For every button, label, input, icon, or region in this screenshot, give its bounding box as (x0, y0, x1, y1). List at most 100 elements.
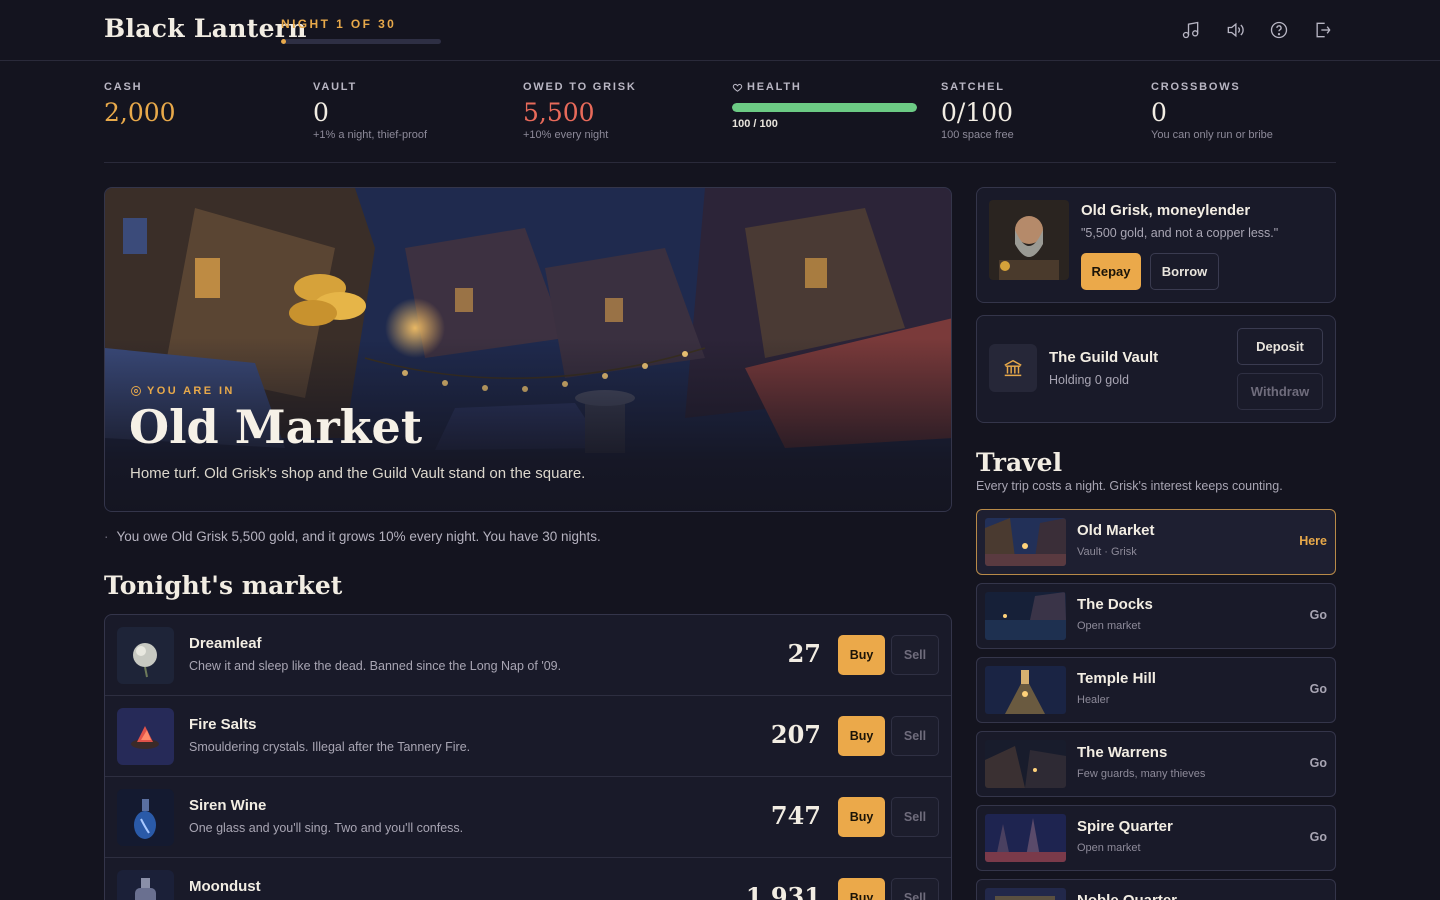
stat-satchel-sub: 100 space free (941, 129, 1014, 141)
lender-quote: "5,500 gold, and not a copper less." (1081, 226, 1279, 240)
stat-crossbows-label: CROSSBOWS (1151, 81, 1241, 93)
stat-satchel: SATCHEL 0/100 100 space free (941, 81, 1014, 141)
location-description: Home turf. Old Grisk's shop and the Guil… (130, 465, 586, 482)
stat-satchel-label: SATCHEL (941, 81, 1005, 93)
travel-subtitle: Every trip costs a night. Grisk's intere… (976, 479, 1283, 493)
travel-noble-quarter[interactable]: Noble Quarter Go (976, 879, 1336, 900)
stat-owed-label: OWED TO GRISK (523, 81, 637, 93)
item-name: Moondust (189, 878, 261, 895)
location-kicker-text: YOU ARE IN (147, 385, 235, 397)
travel-title: Travel (976, 448, 1063, 477)
item-name: Fire Salts (189, 716, 257, 733)
sell-button[interactable]: Sell (891, 716, 939, 756)
exit-icon[interactable] (1312, 18, 1334, 42)
travel-the-docks[interactable]: The Docks Open market Go (976, 583, 1336, 649)
debt-notice-text: You owe Old Grisk 5,500 gold, and it gro… (116, 529, 601, 544)
stat-vault: VAULT 0 +1% a night, thief-proof (313, 81, 427, 141)
deposit-button[interactable]: Deposit (1237, 328, 1323, 365)
stat-health: HEALTH 100 / 100 (732, 81, 917, 130)
market-row-fire-salts: Fire Salts Smouldering crystals. Illegal… (105, 696, 951, 777)
health-fill (732, 103, 917, 112)
place-action: Go (1309, 756, 1327, 770)
place-sub: Open market (1077, 620, 1141, 632)
debt-notice: · You owe Old Grisk 5,500 gold, and it gr… (104, 529, 601, 544)
place-name: Old Market (1077, 522, 1155, 539)
item-price: 1,931 (745, 882, 821, 900)
health-bar (732, 103, 917, 112)
buy-button[interactable]: Buy (838, 716, 885, 756)
warrens-thumbnail (985, 740, 1066, 788)
moondust-icon (117, 870, 174, 900)
stat-satchel-value: 0/100 (941, 98, 1014, 127)
place-name: Temple Hill (1077, 670, 1156, 687)
help-icon[interactable] (1268, 18, 1290, 42)
buy-button[interactable]: Buy (838, 635, 885, 675)
stat-cash-value: 2,000 (104, 98, 176, 127)
stat-health-value: 100 / 100 (732, 118, 778, 130)
stat-crossbows-sub: You can only run or bribe (1151, 129, 1273, 141)
music-icon[interactable] (1180, 18, 1202, 42)
vault-title: The Guild Vault (1049, 349, 1159, 366)
heart-icon (732, 83, 743, 92)
place-action: Go (1309, 682, 1327, 696)
place-name: The Docks (1077, 596, 1153, 613)
travel-temple-hill[interactable]: Temple Hill Healer Go (976, 657, 1336, 723)
item-description: Smouldering crystals. Illegal after the … (189, 740, 471, 754)
borrow-button[interactable]: Borrow (1150, 253, 1219, 290)
place-action: Go (1309, 608, 1327, 622)
place-sub: Vault · Grisk (1077, 546, 1137, 558)
place-name: Spire Quarter (1077, 818, 1173, 835)
location-kicker: YOU ARE IN (130, 385, 235, 397)
stat-vault-value: 0 (313, 98, 329, 127)
place-action: Here (1299, 534, 1327, 548)
stat-owed-value: 5,500 (523, 98, 595, 127)
lender-title: Old Grisk, moneylender (1081, 202, 1251, 219)
place-action: Go (1309, 830, 1327, 844)
item-name: Siren Wine (189, 797, 267, 814)
stat-crossbows: CROSSBOWS 0 You can only run or bribe (1151, 81, 1273, 141)
repay-button[interactable]: Repay (1081, 253, 1141, 290)
siren-wine-icon (117, 789, 174, 846)
item-price: 27 (787, 639, 821, 668)
place-name: Noble Quarter (1077, 892, 1177, 900)
buy-button[interactable]: Buy (838, 797, 885, 837)
place-sub: Open market (1077, 842, 1141, 854)
location-name: Old Market (129, 400, 423, 454)
travel-spire-quarter[interactable]: Spire Quarter Open market Go (976, 805, 1336, 871)
place-sub: Healer (1077, 694, 1110, 706)
market-title: Tonight's market (104, 571, 343, 600)
item-name: Dreamleaf (189, 635, 262, 652)
noble-quarter-thumbnail (985, 888, 1066, 900)
market-row-moondust: Moondust 1,931 Buy Sell (105, 858, 951, 900)
sell-button[interactable]: Sell (891, 878, 939, 900)
temple-hill-thumbnail (985, 666, 1066, 714)
location-pin-icon (131, 386, 141, 396)
night-counter: NIGHT 1 OF 30 (281, 17, 397, 31)
market-list: Dreamleaf Chew it and sleep like the dea… (104, 614, 952, 900)
stat-health-label-text: HEALTH (747, 81, 802, 93)
travel-the-warrens[interactable]: The Warrens Few guards, many thieves Go (976, 731, 1336, 797)
stat-cash-label: CASH (104, 81, 143, 93)
spire-quarter-thumbnail (985, 814, 1066, 862)
stat-health-label: HEALTH (732, 81, 917, 93)
night-progress-fill (281, 39, 287, 44)
docks-thumbnail (985, 592, 1066, 640)
sell-button[interactable]: Sell (891, 635, 939, 675)
grisk-portrait (989, 200, 1069, 280)
buy-button[interactable]: Buy (838, 878, 885, 900)
stat-crossbows-value: 0 (1151, 98, 1167, 127)
location-hero: YOU ARE IN Old Market Home turf. Old Gri… (104, 187, 952, 512)
top-bar: Black Lantern NIGHT 1 OF 30 (0, 0, 1440, 61)
market-row-siren-wine: Siren Wine One glass and you'll sing. Tw… (105, 777, 951, 858)
old-market-thumbnail (985, 518, 1066, 566)
volume-icon[interactable] (1224, 18, 1246, 42)
stat-owed: OWED TO GRISK 5,500 +10% every night (523, 81, 637, 141)
item-price: 747 (770, 801, 821, 830)
withdraw-button[interactable]: Withdraw (1237, 373, 1323, 410)
notice-bullet: · (104, 529, 109, 544)
vault-card: The Guild Vault Holding 0 gold Deposit W… (976, 315, 1336, 423)
stat-vault-sub: +1% a night, thief-proof (313, 129, 428, 141)
sell-button[interactable]: Sell (891, 797, 939, 837)
travel-old-market[interactable]: Old Market Vault · Grisk Here (976, 509, 1336, 575)
market-row-dreamleaf: Dreamleaf Chew it and sleep like the dea… (105, 615, 951, 696)
